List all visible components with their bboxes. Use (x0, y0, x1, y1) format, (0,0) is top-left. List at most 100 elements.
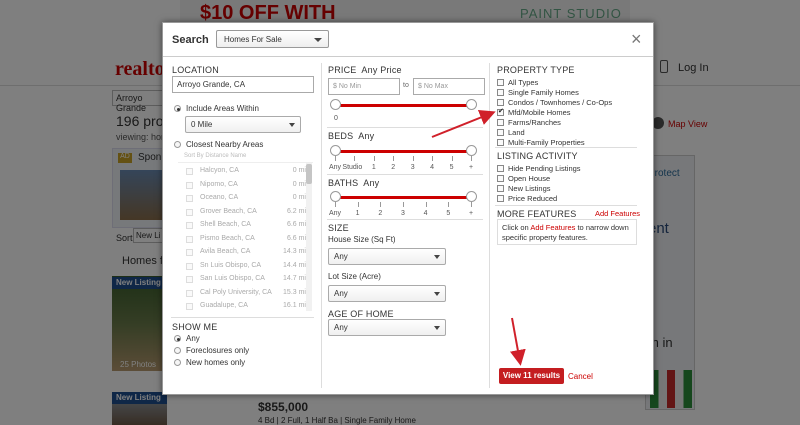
close-icon[interactable]: × (631, 30, 642, 48)
show-foreclosures-radio[interactable] (174, 347, 181, 354)
listing-activity-checkbox[interactable] (497, 195, 504, 202)
nearby-area-checkbox[interactable] (186, 249, 193, 256)
nearby-area-item[interactable]: Avila Beach, CA 14.3 mi (186, 247, 306, 260)
nearby-area-checkbox[interactable] (186, 181, 193, 189)
nearby-area-name: Avila Beach, CA (200, 248, 251, 255)
radius-select[interactable]: 0 Mile (185, 116, 301, 133)
baths-slider-min-handle[interactable] (330, 191, 341, 202)
listing-activity-checkbox[interactable] (497, 165, 504, 172)
listing-activity-checkbox[interactable] (497, 175, 504, 182)
price-max-input[interactable]: $ No Max (413, 78, 485, 95)
property-type-checkbox[interactable] (497, 107, 504, 116)
listing-activity-heading: LISTING ACTIVITY (497, 151, 578, 161)
nearby-area-checkbox[interactable] (186, 303, 193, 310)
show-foreclosures-label: Foreclosures only (186, 346, 250, 355)
beds-heading-value: Any (358, 131, 375, 141)
nearby-area-item[interactable]: Halcyon, CA 0 mi (186, 166, 306, 179)
nearby-area-item[interactable]: Cal Poly University, CA 15.3 mi (186, 288, 306, 301)
nearby-area-item[interactable]: Sn Luis Obispo, CA 14.4 mi (186, 261, 306, 274)
cancel-link[interactable]: Cancel (568, 372, 593, 381)
nearby-area-name: Guadalupe, CA (200, 302, 248, 309)
beds-slider-track[interactable] (335, 150, 471, 153)
property-type-checkbox[interactable] (497, 89, 504, 96)
show-new-homes-label: New homes only (186, 358, 246, 367)
baths-slider-max-handle[interactable] (466, 191, 477, 202)
nearby-area-item[interactable]: Pismo Beach, CA 6.6 mi (186, 234, 306, 247)
nearby-area-item[interactable]: Nipomo, CA 0 mi (186, 180, 306, 193)
closest-nearby-label: Closest Nearby Areas (186, 140, 264, 149)
search-type-select[interactable]: Homes For Sale (216, 30, 329, 48)
nearby-area-checkbox[interactable] (186, 195, 193, 202)
price-tick-zero: 0 (334, 115, 338, 122)
slider-tick (448, 202, 450, 207)
price-slider-max-handle[interactable] (466, 99, 477, 110)
modal-title: Search (172, 34, 209, 46)
house-size-select[interactable]: Any (328, 248, 446, 265)
slider-tick-label: 2 (378, 210, 383, 217)
age-value: Any (334, 323, 348, 332)
slider-tick (425, 202, 427, 207)
nearby-area-name: Pismo Beach, CA (200, 234, 255, 242)
nearby-area-checkbox[interactable] (186, 222, 193, 229)
location-input[interactable]: Arroyo Grande, CA (172, 76, 314, 93)
property-type-checkbox[interactable] (497, 139, 504, 146)
baths-slider-track[interactable] (335, 196, 471, 199)
nearby-area-checkbox[interactable] (186, 208, 193, 216)
beds-slider-min-handle[interactable] (330, 145, 341, 156)
nearby-scroll-thumb[interactable] (306, 164, 312, 184)
price-slider-track[interactable] (335, 104, 471, 107)
beds-slider-max-handle[interactable] (466, 145, 477, 156)
lot-size-select[interactable]: Any (328, 285, 446, 302)
search-modal: Search Homes For Sale × LOCATION Arroyo … (162, 22, 654, 395)
slider-tick-label: 5 (449, 164, 454, 171)
nearby-area-checkbox[interactable] (186, 168, 193, 175)
slider-tick-label: + (469, 210, 474, 217)
nearby-area-item[interactable]: Shell Beach, CA 6.6 mi (186, 220, 306, 233)
add-features-link[interactable]: Add Features (595, 209, 640, 218)
closest-nearby-radio[interactable] (174, 141, 181, 148)
chevron-down-icon (289, 123, 295, 127)
nearby-area-item[interactable]: Oceano, CA 0 mi (186, 193, 306, 206)
nearby-sort-by[interactable]: Sort By Distance Name (184, 153, 246, 159)
property-type-checkbox[interactable] (497, 79, 504, 86)
slider-tick (380, 202, 382, 207)
nearby-area-item[interactable]: Grover Beach, CA 6.2 mi (186, 207, 306, 220)
chevron-down-icon (434, 255, 440, 259)
size-heading: SIZE (328, 223, 349, 233)
property-type-checkbox[interactable] (497, 119, 504, 126)
add-features-inline-link[interactable]: Add Features (530, 223, 575, 232)
slider-tick-label: 2 (391, 164, 396, 171)
house-size-value: Any (334, 252, 348, 261)
nearby-area-distance: 14.7 mi (283, 275, 306, 282)
nearby-area-checkbox[interactable] (186, 276, 193, 283)
show-me-divider (171, 317, 314, 318)
nearby-area-name: Grover Beach, CA (200, 207, 257, 215)
nearby-area-distance: 0 mi (292, 167, 306, 174)
nearby-area-checkbox[interactable] (186, 289, 193, 297)
property-type-label: Single Family Homes (508, 88, 579, 97)
property-type-checkbox[interactable] (497, 129, 504, 136)
slider-tick (373, 156, 375, 161)
chevron-down-icon (434, 292, 440, 296)
nearby-area-item[interactable]: Guadalupe, CA 16.1 mi (186, 301, 306, 312)
nearby-area-distance: 0 mi (292, 194, 306, 201)
show-new-homes-radio[interactable] (174, 359, 181, 366)
nearby-area-item[interactable]: San Luis Obispo, CA 14.7 mi (186, 274, 306, 287)
view-results-button[interactable]: View 11 results (499, 368, 564, 384)
show-any-radio[interactable] (174, 335, 181, 342)
nearby-area-checkbox[interactable] (186, 262, 193, 270)
nearby-area-checkbox[interactable] (186, 235, 193, 243)
show-any-label: Any (186, 334, 200, 343)
age-select[interactable]: Any (328, 319, 446, 336)
location-heading: LOCATION (172, 65, 219, 75)
price-slider-min-handle[interactable] (330, 99, 341, 110)
property-type-label: Land (508, 128, 525, 137)
listing-activity-checkbox[interactable] (497, 185, 504, 192)
nearby-areas-list[interactable]: Halcyon, CA 0 mi Nipomo, CA 0 mi Oceano, CA 0… (178, 162, 313, 312)
nearby-area-name: Nipomo, CA (200, 180, 238, 188)
property-type-checkbox[interactable] (497, 99, 504, 106)
slider-tick-label: 1 (355, 210, 360, 217)
price-min-input[interactable]: $ No Min (328, 78, 400, 95)
nearby-scrollbar[interactable] (306, 163, 312, 311)
include-areas-radio[interactable] (174, 105, 181, 112)
